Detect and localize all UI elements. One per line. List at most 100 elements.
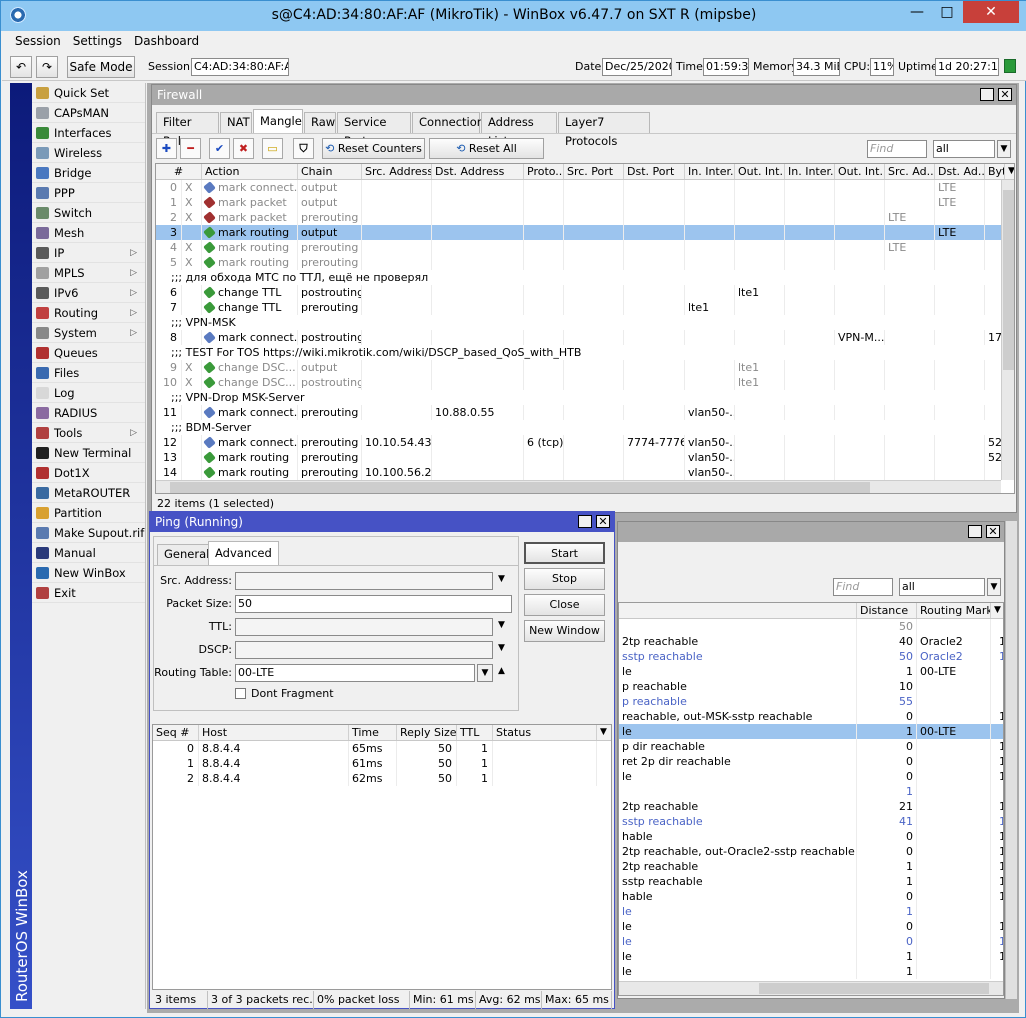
table-row[interactable]: p reachable 10 [619, 679, 1003, 694]
tab-filter-rules[interactable]: Filter Rules [156, 112, 219, 148]
routes-find-input[interactable]: Find [833, 578, 893, 596]
table-row[interactable]: 1 [619, 784, 1003, 799]
table-row[interactable]: 12 mark connect... prerouting 10.10.54.43 6 … [156, 435, 1001, 450]
col-status[interactable]: Status [493, 725, 597, 740]
sidebar-item-files[interactable]: Files [32, 363, 145, 383]
table-row[interactable]: 2tp reachable11 [619, 859, 1003, 874]
routes-title-bar[interactable]: ✕ [618, 522, 1004, 542]
reset-all-counters-button[interactable]: ⟲ Reset All Counters [429, 138, 544, 174]
sidebar-item-new-terminal[interactable]: New Terminal [32, 443, 145, 463]
table-row[interactable]: 5 Xmark routing prerouting [156, 255, 1001, 270]
table-row[interactable]: 6 change TTL postrouting lte1 [156, 285, 1001, 300]
col-src-port[interactable]: Src. Port [564, 164, 624, 179]
filter-button[interactable]: ⛉ [293, 138, 314, 159]
table-row[interactable]: 2 Xmark packet prerouting LTE [156, 210, 1001, 225]
routing-table-collapse-icon[interactable]: ▲ [498, 666, 505, 676]
firewall-title-bar[interactable]: Firewall ✕ [152, 85, 1016, 105]
ping-column-menu-icon[interactable]: ▼ [597, 725, 611, 740]
menu-dashboard[interactable]: Dashboard [128, 31, 205, 51]
sidebar-item-routing[interactable]: Routing ▷ [32, 303, 145, 323]
col-in-inter-[interactable]: In. Inter... [685, 164, 735, 179]
mangle-scroll-thumb[interactable] [1003, 190, 1014, 370]
col-host[interactable]: Host [199, 725, 349, 740]
sidebar-item-mpls[interactable]: MPLS ▷ [32, 263, 145, 283]
mangle-vertical-scrollbar[interactable] [1001, 180, 1014, 480]
table-comment-row[interactable]: ;;; BDM-Server [156, 420, 1001, 435]
tab-advanced[interactable]: Advanced [208, 541, 279, 565]
table-row[interactable]: 8 mark connect... postrouting VPN-M... 17 [156, 330, 1001, 345]
ttl-input[interactable] [235, 618, 493, 636]
routes-close-button[interactable]: ✕ [986, 525, 1000, 538]
title-bar[interactable]: s@C4:AD:34:80:AF:AF (MikroTik) - WinBox … [1, 1, 1026, 31]
ttl-dropdown-icon[interactable]: ▼ [498, 620, 505, 630]
sidebar-item-ipv6[interactable]: IPv6 ▷ [32, 283, 145, 303]
sidebar-item-interfaces[interactable]: Interfaces [32, 123, 145, 143]
table-comment-row[interactable]: ;;; VPN-MSK [156, 315, 1001, 330]
table-row[interactable]: 14 mark routing prerouting 10.100.56.25 vlan… [156, 465, 1001, 480]
table-row[interactable]: 0 Xmark connect... output LTE [156, 180, 1001, 195]
firewall-maximize-button[interactable] [980, 88, 994, 101]
disable-button[interactable]: ✖ [233, 138, 254, 159]
table-row[interactable]: le0 1 [619, 934, 1003, 949]
sidebar-item-tools[interactable]: Tools ▷ [32, 423, 145, 443]
sidebar-item-new-winbox[interactable]: New WinBox [32, 563, 145, 583]
sidebar-item-queues[interactable]: Queues [32, 343, 145, 363]
col-dst-address[interactable]: Dst. Address [432, 164, 524, 179]
table-row[interactable]: ret 2p dir reachable0 1 [619, 754, 1003, 769]
firewall-filter-dropdown-icon[interactable]: ▼ [997, 140, 1011, 158]
sidebar-item-switch[interactable]: Switch [32, 203, 145, 223]
table-row[interactable]: hable0 1 [619, 889, 1003, 904]
redo-button[interactable]: ↷ [36, 56, 58, 78]
tab-raw[interactable]: Raw [304, 112, 336, 133]
sidebar-item-radius[interactable]: RADIUS [32, 403, 145, 423]
session-field[interactable]: C4:AD:34:80:AF:AF [191, 58, 289, 76]
routes-column-menu-icon[interactable]: ▼ [991, 603, 1003, 618]
sidebar-item-mesh[interactable]: Mesh [32, 223, 145, 243]
sidebar-item-ppp[interactable]: PPP [32, 183, 145, 203]
table-row[interactable]: 4 Xmark routing prerouting LTE [156, 240, 1001, 255]
sidebar-item-wireless[interactable]: Wireless [32, 143, 145, 163]
reset-counters-button[interactable]: ⟲ Reset Counters [322, 138, 425, 159]
sidebar-item-log[interactable]: Log [32, 383, 145, 403]
menu-settings[interactable]: Settings [67, 31, 128, 51]
dscp-input[interactable] [235, 641, 493, 659]
table-row[interactable]: 0 8.8.4.4 65ms 50 1 [153, 741, 611, 756]
sidebar-item-system[interactable]: System ▷ [32, 323, 145, 343]
table-row[interactable]: 50 [619, 619, 1003, 634]
col-chain[interactable]: Chain [298, 164, 362, 179]
table-row[interactable]: reachable, out-MSK-sstp reachable0 1 [619, 709, 1003, 724]
col-time[interactable]: Time [349, 725, 397, 740]
table-row[interactable]: 13 mark routing prerouting vlan50-... 52 [156, 450, 1001, 465]
table-row[interactable]: sstp reachable50Oracle2 1 [619, 649, 1003, 664]
tab-connections[interactable]: Connections [412, 112, 490, 133]
tab-nat[interactable]: NAT [220, 112, 252, 133]
routes-filter-select[interactable]: all [899, 578, 985, 596]
dont-fragment-checkbox[interactable] [235, 688, 246, 699]
table-row[interactable]: 1 8.8.4.4 61ms 50 1 [153, 756, 611, 771]
routes-scrollbar-edge[interactable] [1005, 521, 1017, 999]
table-row[interactable]: 2tp reachable21 1 [619, 799, 1003, 814]
sidebar-item-bridge[interactable]: Bridge [32, 163, 145, 183]
table-row[interactable]: le11 [619, 949, 1003, 964]
routing-table-dropdown-icon[interactable]: ▼ [477, 664, 493, 682]
sidebar-item-exit[interactable]: Exit [32, 583, 145, 603]
packet-size-input[interactable]: 50 [235, 595, 512, 613]
dscp-dropdown-icon[interactable]: ▼ [498, 643, 505, 653]
table-row[interactable]: 10 Xchange DSC... postrouting lte1 [156, 375, 1001, 390]
table-row[interactable]: le0 1 [619, 769, 1003, 784]
menu-session[interactable]: Session [9, 31, 67, 51]
routes-horizontal-scrollbar[interactable] [619, 981, 1003, 995]
table-row[interactable]: 11 mark connect... prerouting 10.88.0.55 vla… [156, 405, 1001, 420]
table-row[interactable]: 7 change TTL prerouting lte1 [156, 300, 1001, 315]
start-button[interactable]: Start [524, 542, 605, 564]
col-in-inter-[interactable]: In. Inter... [785, 164, 835, 179]
sidebar-item-capsman[interactable]: CAPsMAN [32, 103, 145, 123]
enable-button[interactable]: ✔ [209, 138, 230, 159]
ping-title-bar[interactable]: Ping (Running) ✕ [150, 512, 614, 532]
col-dst-ad-[interactable]: Dst. Ad... [935, 164, 985, 179]
firewall-find-input[interactable]: Find [867, 140, 927, 158]
table-comment-row[interactable]: ;;; VPN-Drop MSK-Server [156, 390, 1001, 405]
routes-hscroll-thumb[interactable] [759, 983, 989, 994]
table-row[interactable]: 1 Xmark packet output LTE [156, 195, 1001, 210]
col-out-int-[interactable]: Out. Int... [735, 164, 785, 179]
